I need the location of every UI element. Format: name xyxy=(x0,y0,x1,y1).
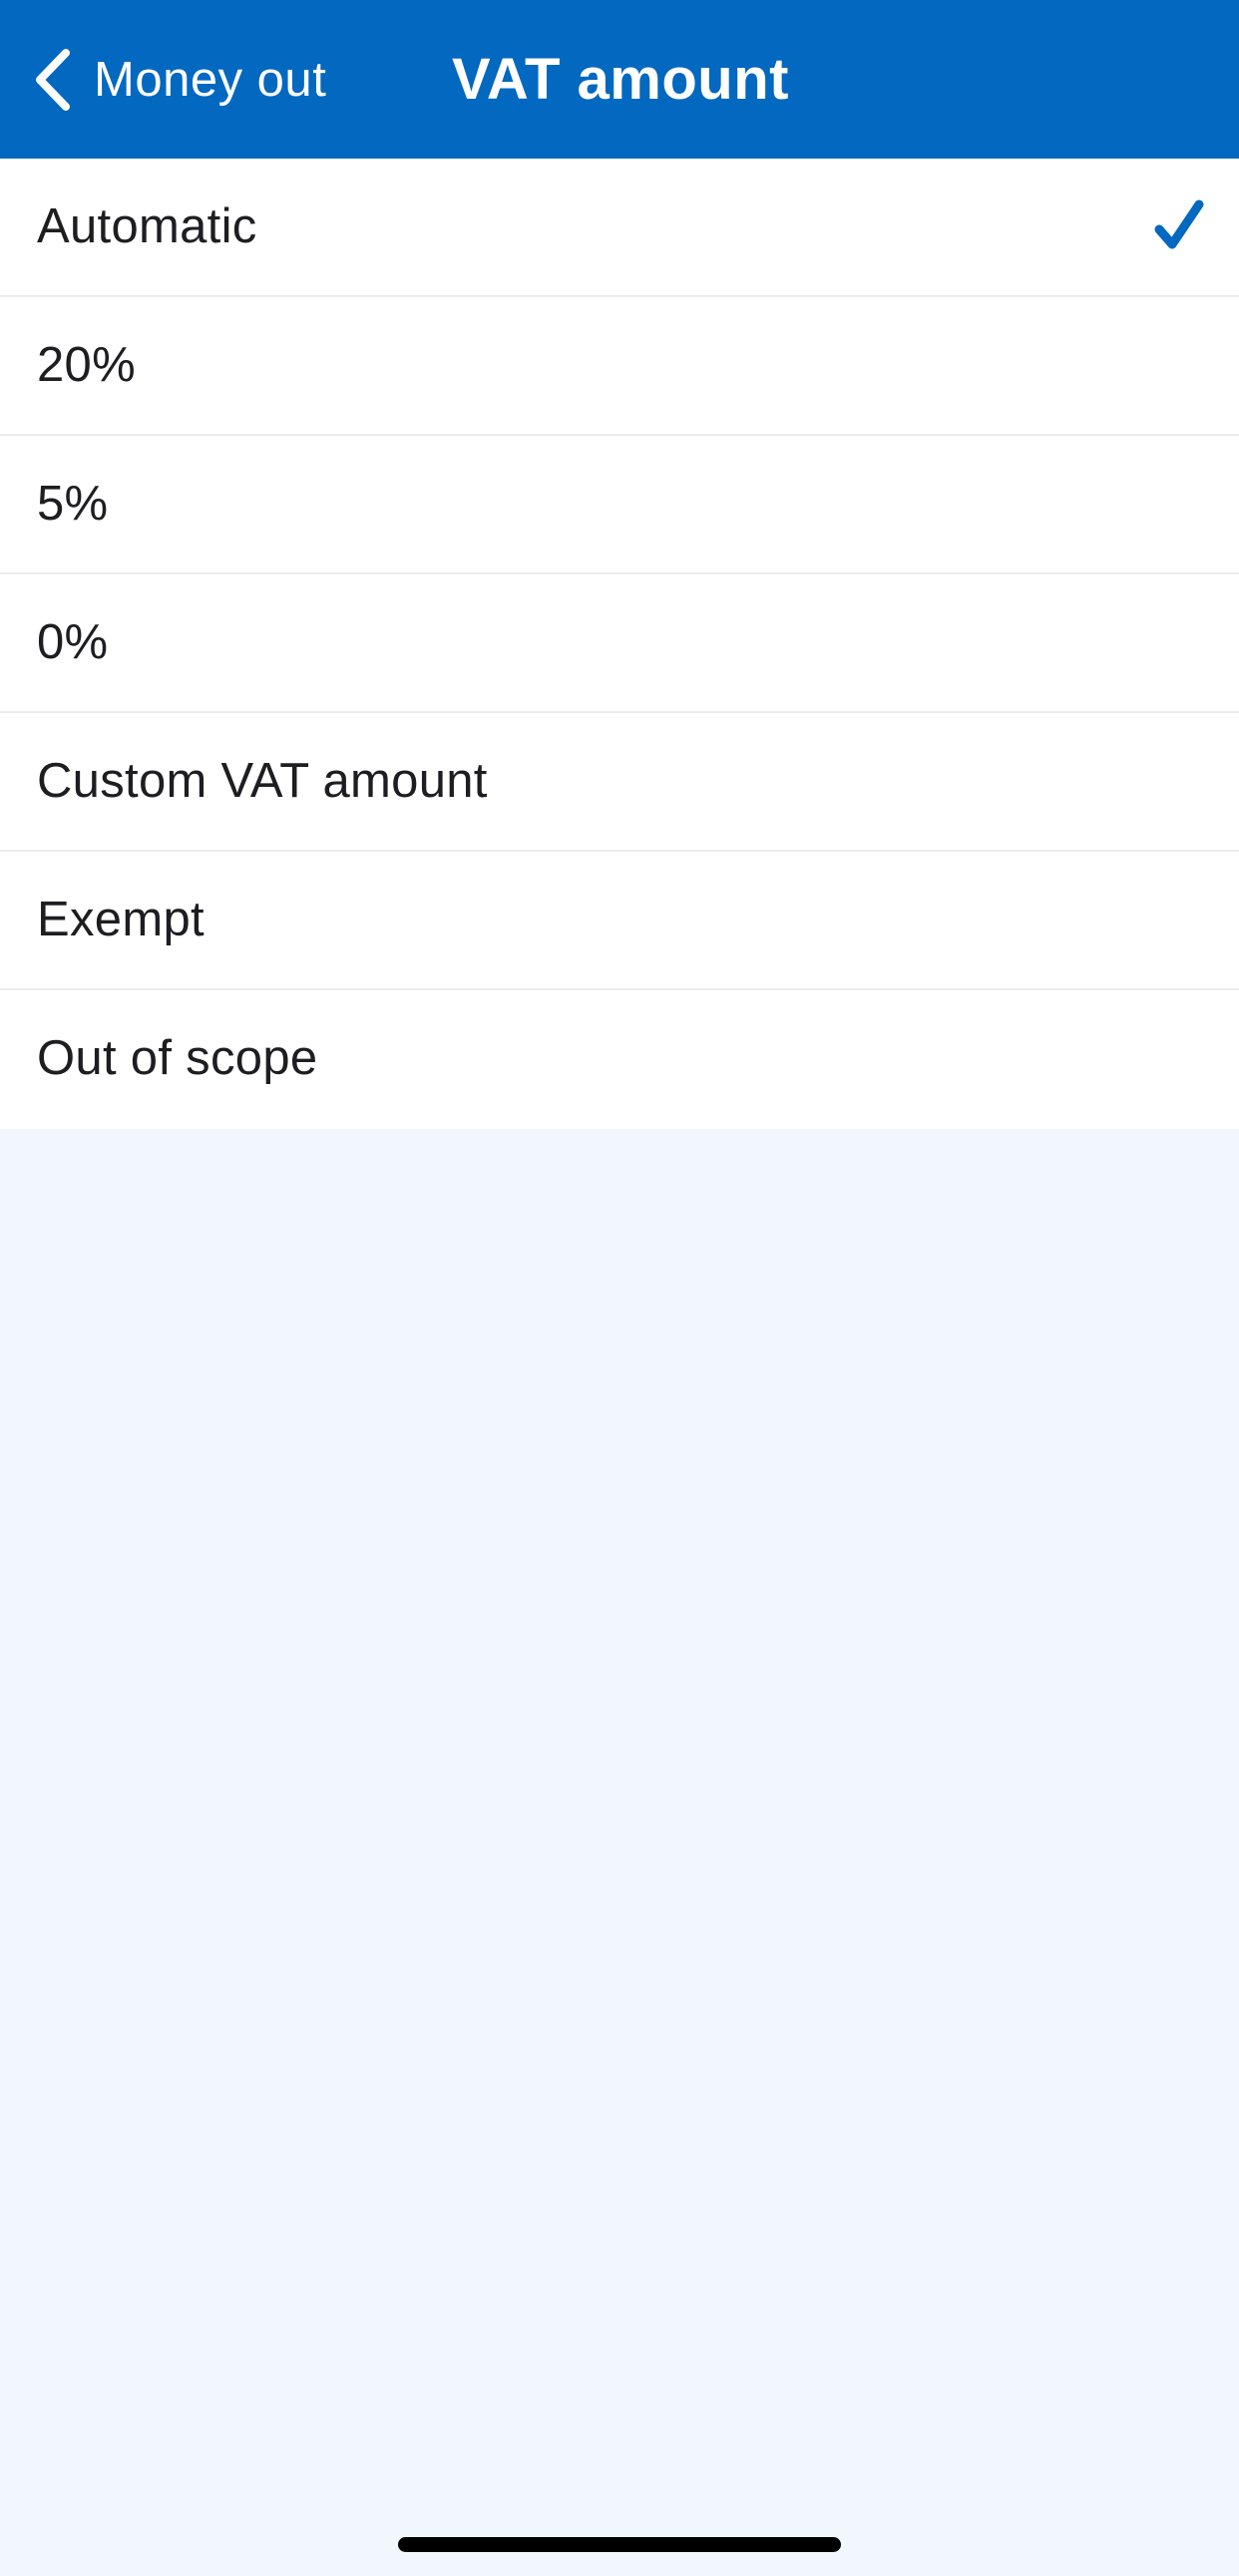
option-label: Out of scope xyxy=(37,1031,318,1085)
navigation-bar: Money out VAT amount xyxy=(0,0,1239,159)
option-0-percent[interactable]: 0% xyxy=(0,574,1239,713)
option-label: Automatic xyxy=(37,199,257,253)
option-20-percent[interactable]: 20% xyxy=(0,297,1239,436)
checkmark-icon xyxy=(1154,199,1204,249)
chevron-left-icon xyxy=(36,49,70,111)
option-label: 5% xyxy=(37,477,109,531)
option-automatic[interactable]: Automatic xyxy=(0,159,1239,297)
home-indicator xyxy=(398,2537,841,2552)
vat-option-list: Automatic 20% 5% 0% Custom VAT amount Ex… xyxy=(0,159,1239,1129)
option-exempt[interactable]: Exempt xyxy=(0,852,1239,990)
option-label: 0% xyxy=(37,615,109,669)
page-title: VAT amount xyxy=(452,47,789,112)
back-button-label: Money out xyxy=(94,53,327,107)
back-button[interactable]: Money out xyxy=(30,40,326,120)
option-out-of-scope[interactable]: Out of scope xyxy=(0,990,1239,1129)
option-label: 20% xyxy=(37,338,136,392)
option-custom-vat-amount[interactable]: Custom VAT amount xyxy=(0,713,1239,852)
option-5-percent[interactable]: 5% xyxy=(0,436,1239,574)
option-label: Exempt xyxy=(37,893,205,946)
option-label: Custom VAT amount xyxy=(37,754,488,808)
